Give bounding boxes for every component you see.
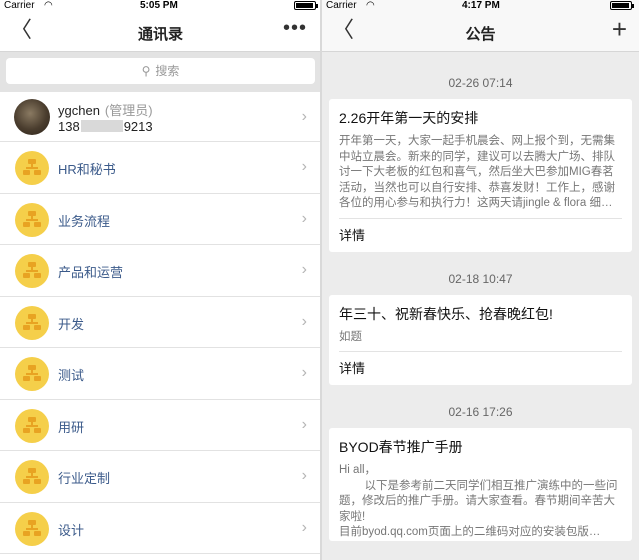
department-label: HR和秘书 xyxy=(58,162,116,177)
chevron-right-icon: › xyxy=(301,158,307,175)
department-label: 产品和运营 xyxy=(58,265,124,280)
status-bar: Carrier ◠ 5:05 PM xyxy=(0,0,321,12)
org-folder-icon xyxy=(15,460,49,494)
department-row[interactable]: 测试 › xyxy=(0,348,321,400)
announcement-group: 02-16 17:26 BYOD春节推广手册 Hi all， 以下是参考前二天同学们… xyxy=(322,397,639,541)
details-link[interactable]: 详情 xyxy=(339,351,622,385)
org-folder-icon xyxy=(15,254,49,288)
department-row[interactable]: 开发 › xyxy=(0,297,321,348)
battery-icon xyxy=(294,1,318,10)
page-title: 通讯录 xyxy=(137,26,183,43)
announcement-group: 02-26 07:14 2.26开年第一天的安排开年第一天，大家一起手机晨会、网上… xyxy=(322,68,639,252)
announcement-card[interactable]: BYOD春节推广手册 Hi all， 以下是参考前二天同学们相互推广演练中的一些问… xyxy=(329,428,632,541)
department-label: 设计 xyxy=(58,522,85,538)
phone-prefix: 138 xyxy=(58,119,80,134)
org-folder-icon xyxy=(15,202,49,237)
nav-bar: 〈 公告 + xyxy=(322,12,639,52)
profile-name: ygchen xyxy=(58,103,100,118)
org-folder-icon xyxy=(15,151,49,185)
chevron-right-icon: › xyxy=(301,261,307,278)
announcement-list: 02-26 07:14 2.26开年第一天的安排开年第一天，大家一起手机晨会、网上… xyxy=(322,52,639,541)
status-time: 5:05 PM xyxy=(140,0,178,11)
department-list: HR和秘书 › 业务流程 › 产品和运营 › 开发 › 测试 › 用研 › 行业定制 › 设计 › xyxy=(0,142,321,554)
announcement-title: BYOD春节推广手册 xyxy=(339,439,463,455)
search-bar: ⚲ 搜索 xyxy=(0,52,321,92)
status-time: 4:17 PM xyxy=(462,0,500,11)
announcement-body: 开年第一天，大家一起手机晨会、网上报个到，无需集中站立晨会。新来的同学，建议可以… xyxy=(339,135,615,209)
department-label: 用研 xyxy=(58,419,85,435)
phone-suffix: 9213 xyxy=(123,119,153,134)
department-label: 开发 xyxy=(58,316,85,332)
search-input[interactable]: ⚲ 搜索 xyxy=(6,58,315,84)
announcements-screen: Carrier ◠ 4:17 PM 〈 公告 + 02-26 07:14 2.26… xyxy=(322,0,639,560)
announcement-title: 2.26开年第一天的安排 xyxy=(339,110,479,126)
details-link[interactable]: 详情 xyxy=(339,217,622,252)
announcement-body: 如题 xyxy=(339,330,362,343)
contacts-screen: Carrier ◠ 5:05 PM 〈 通讯录 ••• ⚲ 搜索 ygchen (管… xyxy=(0,0,321,560)
carrier-label: Carrier xyxy=(326,0,357,11)
avatar xyxy=(14,99,50,135)
announcement-card[interactable]: 年三十、祝新春快乐、抢春晚红包! 如题详情 xyxy=(329,294,632,385)
wifi-icon: ◠ xyxy=(44,0,53,11)
add-icon[interactable]: + xyxy=(612,16,627,42)
department-row[interactable]: 行业定制 › xyxy=(0,451,321,503)
chevron-right-icon: › xyxy=(301,467,307,484)
department-row[interactable]: 业务流程 › xyxy=(0,194,321,245)
announcement-title: 年三十、祝新春快乐、抢春晚红包! xyxy=(339,305,553,322)
status-bar: Carrier ◠ 4:17 PM xyxy=(322,0,639,12)
department-row[interactable]: HR和秘书 › xyxy=(0,142,321,194)
chevron-right-icon: › xyxy=(301,518,307,536)
chevron-right-icon: › xyxy=(301,415,307,433)
wifi-icon: ◠ xyxy=(366,0,375,11)
org-folder-icon xyxy=(15,408,49,443)
announcement-date: 02-16 17:26 xyxy=(448,405,513,419)
chevron-right-icon: › xyxy=(301,108,307,125)
department-label: 行业定制 xyxy=(58,471,111,486)
org-folder-icon xyxy=(15,357,49,391)
announcement-date: 02-18 10:47 xyxy=(448,271,513,286)
carrier-label: Carrier xyxy=(4,0,35,11)
more-options-icon[interactable]: ••• xyxy=(283,18,307,38)
nav-bar: 〈 通讯录 ••• xyxy=(0,12,321,52)
department-label: 业务流程 xyxy=(58,213,111,229)
search-icon: ⚲ xyxy=(141,64,151,78)
battery-icon xyxy=(610,1,634,10)
chevron-right-icon: › xyxy=(301,312,307,330)
search-placeholder: 搜索 xyxy=(155,64,180,78)
announcement-card[interactable]: 2.26开年第一天的安排开年第一天，大家一起手机晨会、网上报个到，无需集中站立晨… xyxy=(329,99,632,252)
org-folder-icon xyxy=(15,305,49,340)
phone-mask xyxy=(80,120,123,132)
announcement-group: 02-18 10:47 年三十、祝新春快乐、抢春晚红包! 如题详情 xyxy=(322,264,639,385)
department-label: 测试 xyxy=(58,368,85,383)
org-folder-icon xyxy=(15,511,49,546)
department-row[interactable]: 设计 › xyxy=(0,503,321,554)
profile-role: (管理员) xyxy=(104,103,153,118)
chevron-right-icon: › xyxy=(301,209,307,227)
announcement-date: 02-26 07:14 xyxy=(448,76,513,90)
page-title: 公告 xyxy=(465,26,496,43)
department-row[interactable]: 产品和运营 › xyxy=(0,245,321,297)
department-row[interactable]: 用研 › xyxy=(0,400,321,451)
profile-row[interactable]: ygchen (管理员) 138 9213 › xyxy=(0,92,321,142)
announcement-body: Hi all， 以下是参考前二天同学们相互推广演练中的一些问题，修改后的推广手册… xyxy=(339,464,618,538)
chevron-right-icon: › xyxy=(301,364,307,381)
